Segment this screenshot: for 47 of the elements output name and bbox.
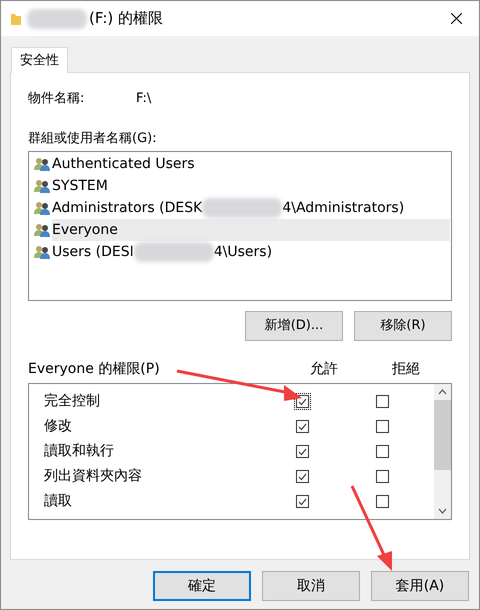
checkbox[interactable]: [294, 443, 311, 460]
dialog-button[interactable]: 確定: [153, 571, 251, 601]
checkbox[interactable]: [374, 443, 391, 460]
checkbox[interactable]: [374, 493, 391, 510]
checkbox[interactable]: [374, 468, 391, 485]
checkbox[interactable]: [374, 418, 391, 435]
checkbox[interactable]: [374, 393, 391, 410]
column-header: 允許: [310, 360, 339, 378]
permission-name: 讀取: [43, 492, 73, 511]
column-header: 拒絕: [392, 360, 420, 378]
user-item[interactable]: Users (DESI 4\Users): [52, 241, 450, 263]
user-item[interactable]: Authenticated Users: [52, 153, 450, 175]
users-icon: [34, 223, 50, 237]
checkmark-icon: [298, 498, 307, 506]
user-list[interactable]: Authenticated Users SYSTEM Administrators (DESK 4\Administrators) Everyone Users (DESI 4\Users): [28, 151, 452, 301]
dialog-button[interactable]: 取消: [262, 571, 360, 601]
users-icon: [34, 179, 50, 193]
permission-name: 讀取和執行: [43, 442, 115, 461]
checkmark-icon: [298, 422, 307, 430]
permissions-label: Everyone 的權限(P): [28, 360, 161, 378]
checkmark-icon: [298, 448, 307, 456]
list-label: 群組或使用者名稱(G):: [28, 130, 157, 147]
users-icon: [34, 157, 50, 171]
checkbox[interactable]: [294, 418, 311, 435]
object-name-value: F:\: [136, 90, 152, 108]
tab[interactable]: 安全性: [11, 47, 68, 73]
window-title: (F:) 的權限: [89, 8, 163, 30]
user-item[interactable]: Administrators (DESK 4\Administrators): [52, 197, 450, 219]
user-item[interactable]: SYSTEM: [52, 175, 450, 197]
permission-name: 完全控制: [43, 392, 101, 411]
scroll-thumb[interactable]: [434, 400, 451, 470]
field-label: 物件名稱:: [28, 90, 86, 108]
users-icon: [34, 245, 50, 259]
folder-icon: [11, 12, 21, 24]
checkmark-icon: [298, 398, 307, 406]
dialog-button[interactable]: 新增(D)...: [245, 311, 343, 341]
dialog-button[interactable]: 移除(R): [354, 311, 452, 341]
close-icon: [450, 13, 462, 24]
user-item[interactable]: Everyone: [52, 219, 450, 241]
checkbox[interactable]: [294, 493, 311, 510]
users-icon: [34, 201, 50, 215]
permission-name: 列出資料夾內容: [43, 467, 143, 486]
permission-name: 修改: [43, 417, 73, 436]
scrollbar[interactable]: [434, 384, 451, 519]
dialog-button[interactable]: 套用(A): [371, 571, 469, 601]
checkmark-icon: [298, 472, 307, 480]
checkbox[interactable]: [294, 468, 311, 485]
